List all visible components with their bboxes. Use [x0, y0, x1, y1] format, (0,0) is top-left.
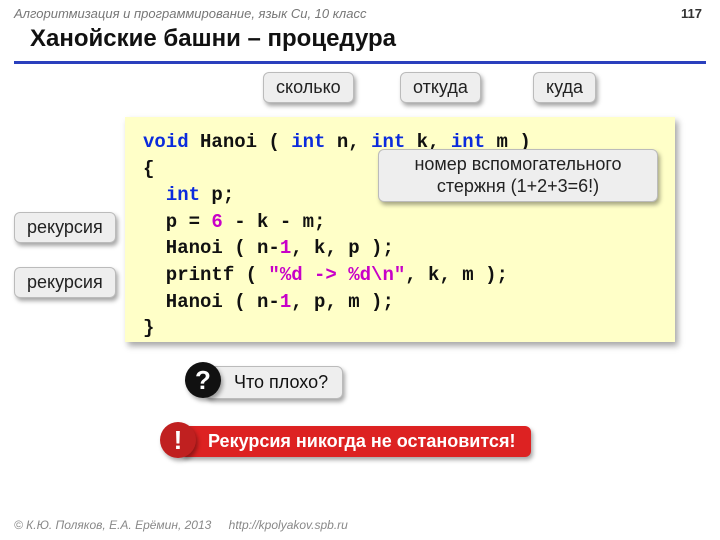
code-token: printf (: [143, 264, 268, 286]
page-number: 117: [681, 6, 702, 21]
question-icon: ?: [185, 362, 221, 398]
title-underline: [14, 61, 706, 64]
code-token: int: [166, 184, 200, 206]
code-token: , p, m );: [291, 291, 394, 313]
content-area: сколько откуда куда void Hanoi ( int n, …: [0, 72, 720, 502]
question-pill: Что плохо?: [205, 366, 343, 399]
code-token: - k - m;: [223, 211, 326, 233]
footer-url: http://kpolyakov.spb.ru: [229, 518, 348, 532]
code-token: 6: [211, 211, 222, 233]
code-token: int: [291, 131, 325, 153]
code-token: Hanoi ( n-: [143, 237, 280, 259]
code-token: 1: [280, 237, 291, 259]
exclamation-icon: !: [160, 422, 196, 458]
code-token: , k, m );: [405, 264, 508, 286]
breadcrumb: Алгоритмизация и программирование, язык …: [0, 0, 720, 23]
code-token: void: [143, 131, 189, 153]
label-aux-rod: номер вспомогательного стержня (1+2+3=6!…: [378, 149, 658, 202]
code-token: n,: [325, 131, 371, 153]
code-token: p;: [200, 184, 234, 206]
alert-pill: Рекурсия никогда не остановится!: [180, 426, 531, 457]
code-token: {: [143, 158, 154, 180]
label-to: куда: [533, 72, 596, 103]
label-recursion-2: рекурсия: [14, 267, 116, 298]
label-from: откуда: [400, 72, 481, 103]
label-howmany: сколько: [263, 72, 354, 103]
label-recursion-1: рекурсия: [14, 212, 116, 243]
code-token: Hanoi ( n-: [143, 291, 280, 313]
code-token: , k, p );: [291, 237, 394, 259]
page-title: Ханойские башни – процедура: [0, 23, 720, 61]
code-token: Hanoi (: [189, 131, 292, 153]
code-token: p =: [143, 211, 211, 233]
footer: © К.Ю. Поляков, Е.А. Ерёмин, 2013 http:/…: [14, 518, 348, 532]
code-token: [143, 184, 166, 206]
code-token: "%d -> %d\n": [268, 264, 405, 286]
footer-copyright: © К.Ю. Поляков, Е.А. Ерёмин, 2013: [14, 518, 211, 532]
code-token: }: [143, 317, 154, 339]
code-token: 1: [280, 291, 291, 313]
